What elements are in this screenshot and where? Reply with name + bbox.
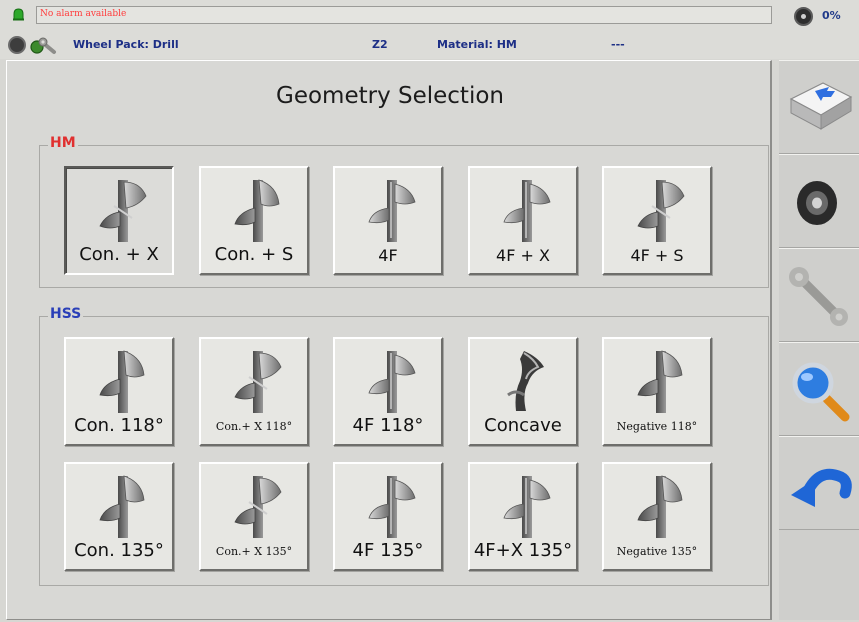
drill-bit-icon (368, 475, 416, 539)
drill-bit-icon (99, 475, 145, 539)
tool-label: Con. 118° (74, 415, 164, 436)
tool-label: 4F + X (496, 246, 550, 265)
tool-label: 4F 135° (352, 540, 424, 561)
tool-4f[interactable]: 4F (333, 166, 443, 275)
tool-concave[interactable]: Concave (468, 337, 578, 446)
tool-label: Concave (484, 415, 562, 436)
drill-bit-icon (99, 350, 145, 414)
alarm-message-field[interactable]: No alarm available (36, 6, 772, 24)
tool-negative-118[interactable]: Negative 118° (602, 337, 712, 446)
tool-label: 4F 118° (352, 415, 424, 436)
grinding-wheel-icon (797, 181, 837, 225)
drill-bit-icon (637, 350, 683, 414)
geometry-selection-panel: Geometry Selection HM Con. + X Con. + S … (6, 60, 772, 620)
material-label: Material: HM (437, 38, 517, 51)
drill-bit-icon (234, 475, 282, 539)
progress-percent: 0% (822, 9, 841, 22)
tool-4f-s[interactable]: 4F + S (602, 166, 712, 275)
drill-bit-icon (99, 179, 147, 243)
zone-label: Z2 (372, 38, 388, 51)
undo-arrow-icon (791, 468, 852, 507)
back-button[interactable] (779, 436, 859, 530)
wheel-pack-label: Wheel Pack: Drill (73, 38, 179, 51)
progress-dial-icon (794, 7, 813, 26)
tool-label: Con. + X (79, 244, 159, 265)
drill-bit-icon (368, 179, 416, 243)
tool-label: 4F+X 135° (473, 540, 573, 561)
group-hss: HSS Con. 118° Con.+ X 118° 4F 118° Conca… (39, 306, 769, 586)
concave-drill-icon (506, 349, 546, 413)
tool-label: 4F (378, 246, 398, 265)
drill-bit-icon (234, 350, 282, 414)
drill-bit-icon (637, 179, 685, 243)
wheel-button[interactable] (779, 154, 859, 248)
group-hm: HM Con. + X Con. + S 4F 4F + X 4F + S (39, 135, 769, 288)
tool-con-135[interactable]: Con. 135° (64, 462, 174, 571)
keyboard-key-icon (789, 82, 853, 130)
keyboard-button[interactable] (779, 60, 859, 154)
status-bar: No alarm available 0% (0, 0, 859, 33)
wheel-icon (8, 36, 26, 54)
extra-info-label: --- (611, 38, 625, 51)
tool-con-118[interactable]: Con. 118° (64, 337, 174, 446)
tools-button[interactable] (779, 248, 859, 342)
page-title: Geometry Selection (276, 83, 504, 109)
drill-bit-icon (503, 475, 551, 539)
tool-label: Negative 118° (616, 420, 698, 433)
info-bar: Wheel Pack: Drill Z2 Material: HM --- (0, 33, 859, 59)
tool-label: Con. 135° (74, 540, 164, 561)
alarm-message: No alarm available (40, 9, 127, 19)
tool-label: Negative 135° (616, 545, 698, 558)
wrench-icon (789, 267, 848, 326)
tool-con-s[interactable]: Con. + S (199, 166, 309, 275)
search-button[interactable] (779, 342, 859, 436)
tool-4f-x[interactable]: 4F + X (468, 166, 578, 275)
group-label-hm: HM (48, 135, 78, 151)
tool-label: Con.+ X 118° (215, 420, 293, 433)
tool-label: 4F + S (630, 246, 684, 265)
drill-bit-icon (368, 350, 416, 414)
tool-4f-135[interactable]: 4F 135° (333, 462, 443, 571)
drill-bit-icon (503, 179, 551, 243)
group-label-hss: HSS (48, 306, 84, 322)
tool-4f-118[interactable]: 4F 118° (333, 337, 443, 446)
tool-con-x-118[interactable]: Con.+ X 118° (199, 337, 309, 446)
tool-4f-x-135[interactable]: 4F+X 135° (468, 462, 578, 571)
drill-bit-icon (234, 179, 280, 243)
magnifier-icon (792, 362, 850, 422)
wrench-gear-icon (30, 37, 56, 54)
tool-negative-135[interactable]: Negative 135° (602, 462, 712, 571)
tool-con-x-135[interactable]: Con.+ X 135° (199, 462, 309, 571)
drill-bit-icon (637, 475, 683, 539)
tool-con-x[interactable]: Con. + X (64, 166, 174, 275)
tool-label: Con.+ X 135° (215, 545, 293, 558)
right-toolbar (779, 60, 859, 620)
tool-label: Con. + S (214, 244, 294, 265)
alarm-bell-icon (13, 8, 24, 21)
